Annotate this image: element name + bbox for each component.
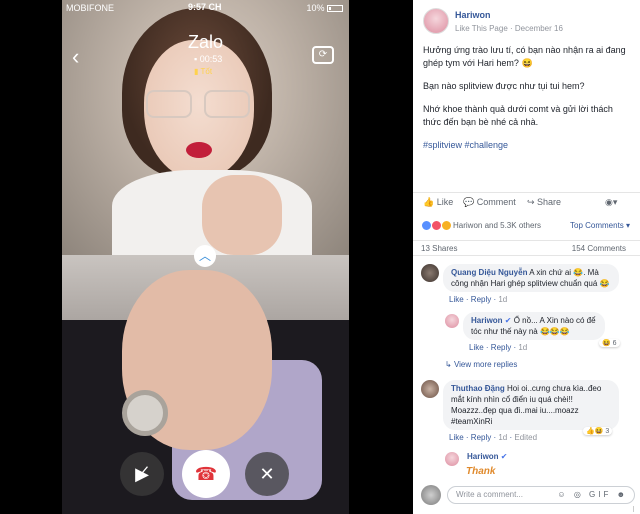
comment-reply: Hariwon ✔ Ổ nồ... A Xin nào có để tóc nh…	[463, 312, 605, 352]
comment-bubble: Thuthao Đặng Hoi oi..cưng chưa kìa..đeo …	[443, 380, 619, 430]
status-bar: MOBIFONE 9:57 CH 10%	[62, 0, 349, 16]
sticker-reply-header: Hariwon ✔	[467, 452, 508, 461]
like-button[interactable]: 👍 Like	[423, 197, 453, 208]
wristwatch	[122, 390, 168, 436]
phone-hangup-icon: ☎	[194, 464, 218, 484]
mute-mic-button[interactable]: ✕	[245, 452, 289, 496]
commenter-avatar[interactable]	[421, 380, 439, 398]
call-timer-value: 00:53	[199, 54, 223, 64]
page-name-link[interactable]: Hariwon	[455, 10, 491, 20]
comment-button[interactable]: 💬 Comment	[463, 197, 516, 208]
reactions-row: Hariwon and 5.3K others Top Comments ▾	[413, 216, 640, 236]
video-call-screen: MOBIFONE 9:57 CH 10% ‹ Zalo ▪ 00:53 ▮ Tố…	[62, 0, 349, 514]
comment-author[interactable]: Thuthao Đặng	[451, 384, 505, 393]
comment-reply-link[interactable]: Reply	[491, 343, 511, 352]
comment-reply-link[interactable]: Reply	[471, 295, 491, 304]
battery-percent: 10%	[306, 3, 325, 13]
commenter-avatar[interactable]	[421, 264, 439, 282]
remote-person-lips	[186, 142, 212, 158]
facebook-post: Hariwon Like This Page · December 16 Hưở…	[413, 0, 640, 514]
current-user-avatar[interactable]	[421, 485, 441, 505]
comment-like-link[interactable]: Like	[449, 295, 464, 304]
call-timer: ▪ 00:53	[194, 54, 223, 64]
call-quality: ▮ Tốt	[194, 67, 213, 76]
verified-badge-icon: ✔	[500, 452, 508, 461]
like-page-link[interactable]: Like This Page	[455, 24, 508, 33]
post-text: Hưởng ứng trào lưu tí, có bạn nào nhận r…	[413, 40, 640, 152]
call-quality-value: Tốt	[200, 67, 213, 76]
post-header: Hariwon Like This Page · December 16	[413, 0, 640, 40]
comment-edited[interactable]: Edited	[514, 433, 537, 442]
view-more-replies-link[interactable]: ↳ View more replies	[445, 360, 517, 369]
remote-person-hand	[202, 175, 282, 255]
camera-off-button[interactable]: ▶̸	[120, 452, 164, 496]
comment-author[interactable]: Hariwon	[471, 316, 503, 325]
shares-count[interactable]: 13 Shares	[421, 244, 457, 253]
reaction-icons[interactable]	[421, 220, 453, 231]
comment-meta: Like · Reply · 1d	[469, 343, 528, 352]
comment-time[interactable]: 1d	[518, 343, 527, 352]
write-comment-input[interactable]: Write a comment... ☺ ◎ GIF ☻	[447, 486, 635, 504]
post-paragraph-3: Nhớ khoe thành quả dưới comt và gửi lời …	[423, 104, 613, 127]
comment-bubble: Quang Diệu Nguyễn A xin chứ ai 😂. Mà côn…	[443, 264, 619, 292]
comment-author[interactable]: Hariwon	[467, 452, 499, 461]
like-label: Like	[436, 197, 454, 207]
comment-reaction-count[interactable]: 😆 6	[599, 339, 620, 347]
comment-author[interactable]: Quang Diệu Nguyễn	[451, 268, 527, 277]
thank-sticker: Thank	[466, 466, 496, 477]
camera-off-icon: ▶̸	[135, 464, 149, 484]
end-call-button[interactable]: ☎	[182, 450, 230, 498]
view-more-replies-label: View more replies	[453, 360, 518, 369]
top-comments-dropdown[interactable]: Top Comments ▾	[570, 221, 630, 230]
remote-person-glasses	[146, 90, 252, 120]
reactions-summary[interactable]: Hariwon and 5.3K others	[453, 221, 541, 230]
comment-time[interactable]: 1d	[498, 433, 507, 442]
comment-time[interactable]: 1d	[498, 295, 507, 304]
verified-badge-icon: ✔	[504, 316, 512, 325]
post-as-selector[interactable]: ◉▾	[605, 197, 617, 208]
post-paragraph-1: Hưởng ứng trào lưu tí, có bạn nào nhận r…	[423, 45, 626, 68]
share-label: Share	[537, 197, 562, 207]
comment-meta: Like · Reply · 1d	[449, 295, 508, 304]
post-subheader: Like This Page · December 16	[455, 24, 563, 33]
status-time: 9:57 CH	[188, 2, 222, 12]
share-button[interactable]: ↪ Share	[527, 197, 561, 208]
write-comment-placeholder: Write a comment...	[456, 490, 523, 499]
post-date[interactable]: December 16	[515, 24, 563, 33]
comments-count[interactable]: 154 Comments	[572, 244, 626, 253]
reply-avatar[interactable]	[445, 314, 459, 328]
chevron-up-icon[interactable]: ︿	[194, 245, 216, 267]
scrollbar[interactable]	[633, 506, 639, 512]
screen: MOBIFONE 9:57 CH 10% ‹ Zalo ▪ 00:53 ▮ Tố…	[0, 0, 640, 514]
switch-camera-icon[interactable]: ⟳	[312, 46, 334, 64]
comment-attachment-icons[interactable]: ☺ ◎ GIF ☻	[557, 490, 628, 499]
comment-reaction-number: 6	[612, 340, 617, 347]
reply-avatar[interactable]	[445, 452, 459, 466]
battery-indicator: 10%	[306, 3, 343, 13]
comment-like-link[interactable]: Like	[469, 343, 484, 352]
page-avatar[interactable]	[423, 8, 449, 34]
post-actions: 👍 Like 💬 Comment ↪ Share ◉▾	[413, 192, 640, 212]
battery-icon	[327, 5, 343, 13]
mic-off-icon: ✕	[259, 464, 275, 484]
comment-label: Comment	[476, 197, 516, 207]
carrier-label: MOBIFONE	[66, 3, 115, 13]
comment: Quang Diệu Nguyễn A xin chứ ai 😂. Mà côn…	[443, 264, 619, 304]
share-comment-counts: 13 Shares 154 Comments	[413, 240, 640, 256]
post-hashtags[interactable]: #splitview #challenge	[423, 139, 630, 152]
comment-reaction-number: 3	[605, 428, 610, 435]
haha-reaction-icon	[441, 220, 453, 231]
comment-reply-link[interactable]: Reply	[471, 433, 491, 442]
comment-bubble: Hariwon ✔ Ổ nồ... A Xin nào có để tóc nh…	[463, 312, 605, 340]
post-paragraph-2: Bạn nào splitview được như tụi tui hem?	[423, 81, 585, 91]
call-app-title: Zalo	[187, 32, 223, 52]
comment-like-link[interactable]: Like	[449, 433, 464, 442]
comment-reaction-count[interactable]: 👍😆 3	[583, 427, 613, 435]
